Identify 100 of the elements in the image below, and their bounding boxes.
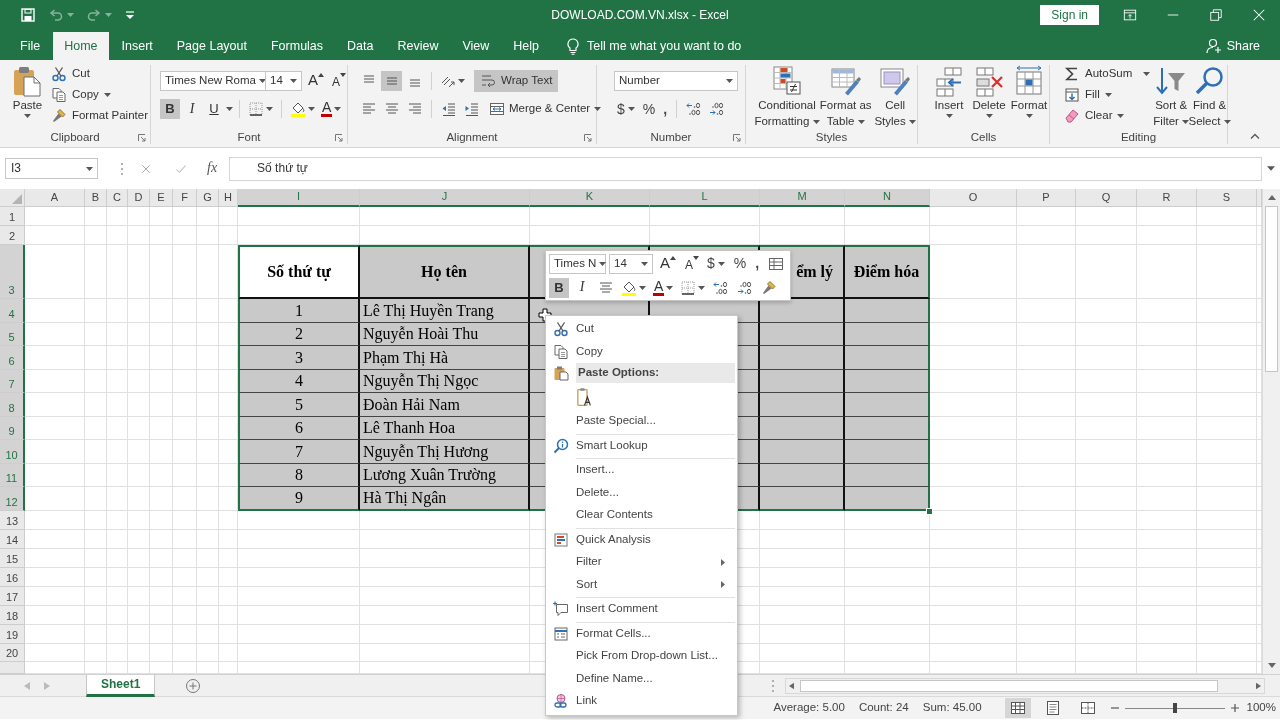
scroll-left-icon[interactable] bbox=[789, 681, 794, 690]
customize-menu-icon[interactable] bbox=[124, 8, 136, 22]
sheet-cell[interactable] bbox=[238, 549, 360, 568]
column-header[interactable]: J bbox=[360, 189, 530, 207]
sheet-cell[interactable] bbox=[173, 568, 197, 587]
sheet-cell[interactable] bbox=[85, 511, 107, 530]
row-header[interactable]: 3 bbox=[0, 245, 25, 299]
sheet-cell[interactable] bbox=[173, 464, 197, 487]
table-cell[interactable] bbox=[760, 370, 845, 393]
table-cell[interactable]: Lê Thanh Hoa bbox=[360, 417, 530, 440]
sheet-cell[interactable] bbox=[1076, 323, 1137, 346]
sheet-cell[interactable] bbox=[173, 549, 197, 568]
table-cell[interactable]: 7 bbox=[238, 440, 360, 464]
column-header[interactable]: F bbox=[173, 189, 197, 207]
sheet-cell[interactable] bbox=[1017, 370, 1076, 393]
ribbon-tab[interactable]: Formulas bbox=[259, 32, 335, 60]
column-header[interactable]: S bbox=[1197, 189, 1257, 207]
sheet-cell[interactable] bbox=[930, 226, 1017, 245]
ribbon-tab[interactable]: View bbox=[451, 32, 501, 60]
sheet-cell[interactable] bbox=[128, 644, 150, 662]
sheet-cell[interactable] bbox=[85, 568, 107, 587]
sheet-cell[interactable] bbox=[197, 587, 219, 606]
zoom-slider-thumb[interactable] bbox=[1172, 703, 1177, 713]
sheet-cell[interactable] bbox=[930, 245, 1017, 299]
sheet-cell[interactable] bbox=[128, 346, 150, 370]
sheet-cell[interactable] bbox=[128, 530, 150, 549]
row-header[interactable]: 5 bbox=[0, 323, 25, 346]
sheet-cell[interactable] bbox=[219, 549, 238, 568]
sheet-cell[interactable] bbox=[173, 487, 197, 511]
sheet-cell[interactable] bbox=[1197, 226, 1257, 245]
column-header[interactable]: A bbox=[25, 189, 85, 207]
sheet-cell[interactable] bbox=[1197, 245, 1257, 299]
sheet-cell[interactable] bbox=[107, 587, 128, 606]
table-cell[interactable]: Đoàn Hải Nam bbox=[360, 393, 530, 417]
sheet-tab[interactable]: Sheet1 bbox=[86, 674, 156, 697]
paste-button[interactable]: Paste bbox=[8, 65, 47, 118]
sheet-cell[interactable] bbox=[1076, 299, 1137, 323]
sheet-cell[interactable] bbox=[930, 606, 1017, 625]
row-header[interactable]: 15 bbox=[0, 549, 25, 568]
sheet-cell[interactable] bbox=[930, 323, 1017, 346]
table-cell[interactable] bbox=[845, 464, 930, 487]
sheet-cell[interactable] bbox=[1017, 440, 1076, 464]
column-header[interactable]: H bbox=[219, 189, 238, 207]
row-header[interactable]: 20 bbox=[0, 644, 25, 662]
sheet-cell[interactable] bbox=[25, 568, 85, 587]
currency-button[interactable]: $ bbox=[704, 253, 728, 274]
sheet-cell[interactable] bbox=[107, 644, 128, 662]
sheet-cell[interactable] bbox=[1137, 644, 1197, 662]
underline-button[interactable]: U bbox=[204, 99, 224, 119]
sheet-cell[interactable] bbox=[128, 625, 150, 644]
comma-style-button[interactable]: , bbox=[752, 253, 763, 274]
sheet-cell[interactable] bbox=[150, 587, 173, 606]
menu-item[interactable]: Clear Contents bbox=[546, 504, 737, 527]
previous-sheet-icon[interactable] bbox=[24, 681, 30, 690]
cancel-icon[interactable] bbox=[140, 162, 152, 175]
sheet-cell[interactable] bbox=[760, 644, 845, 662]
sheet-cell[interactable] bbox=[128, 245, 150, 299]
sheet-cell[interactable] bbox=[85, 644, 107, 662]
copy-button[interactable]: Copy bbox=[48, 84, 150, 105]
sheet-cell[interactable] bbox=[150, 464, 173, 487]
sheet-cell[interactable] bbox=[845, 644, 930, 662]
table-cell[interactable]: Lê Thị Huyền Trang bbox=[360, 299, 530, 323]
sheet-cell[interactable] bbox=[85, 370, 107, 393]
sheet-cell[interactable] bbox=[1197, 644, 1257, 662]
table-cell[interactable] bbox=[845, 487, 930, 511]
sheet-cell[interactable] bbox=[173, 440, 197, 464]
sheet-cell[interactable] bbox=[530, 207, 650, 226]
table-cell[interactable]: Phạm Thị Hà bbox=[360, 346, 530, 370]
vertical-scrollbar[interactable] bbox=[1262, 189, 1280, 674]
format-cells-button[interactable]: Format bbox=[1010, 65, 1048, 118]
next-sheet-icon[interactable] bbox=[44, 681, 50, 690]
sheet-cell[interactable] bbox=[1137, 568, 1197, 587]
sheet-cell[interactable] bbox=[360, 530, 530, 549]
sheet-cell[interactable] bbox=[150, 370, 173, 393]
sheet-cell[interactable] bbox=[238, 207, 360, 226]
sheet-cell[interactable] bbox=[85, 323, 107, 346]
sheet-cell[interactable] bbox=[107, 511, 128, 530]
fill-handle-icon[interactable] bbox=[926, 508, 933, 515]
scroll-right-icon[interactable] bbox=[1256, 681, 1261, 690]
sheet-cell[interactable] bbox=[197, 370, 219, 393]
table-cell[interactable] bbox=[760, 464, 845, 487]
sheet-cell[interactable] bbox=[1137, 530, 1197, 549]
shrink-font-button[interactable]: A bbox=[683, 253, 702, 274]
table-cell[interactable] bbox=[845, 346, 930, 370]
sheet-cell[interactable] bbox=[930, 568, 1017, 587]
sheet-cell[interactable] bbox=[1076, 530, 1137, 549]
bold-button[interactable]: B bbox=[160, 99, 180, 119]
sheet-cell[interactable] bbox=[85, 417, 107, 440]
ribbon-tab[interactable]: Review bbox=[386, 32, 450, 60]
sheet-cell[interactable] bbox=[197, 323, 219, 346]
table-cell[interactable] bbox=[845, 370, 930, 393]
sheet-cell[interactable] bbox=[1137, 370, 1197, 393]
sheet-cell[interactable] bbox=[1017, 568, 1076, 587]
sheet-cell[interactable] bbox=[197, 245, 219, 299]
sheet-cell[interactable] bbox=[25, 464, 85, 487]
sheet-cell[interactable] bbox=[1076, 393, 1137, 417]
fill-button[interactable]: Fill bbox=[1062, 84, 1153, 105]
add-sheet-icon[interactable] bbox=[185, 677, 202, 694]
sheet-cell[interactable] bbox=[128, 440, 150, 464]
sheet-cell[interactable] bbox=[25, 511, 85, 530]
